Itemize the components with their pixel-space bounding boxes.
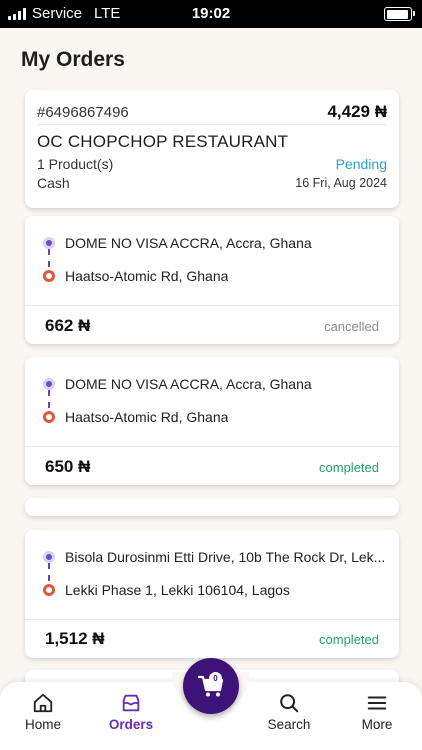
nav-home[interactable]: Home [8, 682, 78, 742]
dropoff-address: Haatso-Atomic Rd, Ghana [65, 268, 229, 284]
battery-icon [384, 7, 415, 21]
product-count: 1 Product(s) [37, 156, 114, 172]
nav-home-label: Home [24, 717, 61, 732]
dropoff-row: Haatso-Atomic Rd, Ghana [43, 268, 387, 284]
restaurant-row: OC CHOPCHOP RESTAURANT [37, 132, 387, 152]
clock: 19:02 [191, 5, 231, 22]
dropoff-icon [43, 584, 55, 596]
trip-card[interactable]: DOME NO VISA ACCRA, Accra, Ghana Haatso-… [25, 216, 399, 344]
nav-orders[interactable]: Orders [96, 682, 166, 742]
payment-row: Cash 16 Fri, Aug 2024 [37, 175, 387, 191]
menu-icon [367, 696, 387, 710]
order-date: 16 Fri, Aug 2024 [295, 176, 387, 190]
trip-price: 650 ₦ [45, 457, 91, 476]
nav-search-label: Search [267, 717, 311, 732]
page-title: My Orders [21, 48, 125, 71]
pickup-icon [43, 551, 55, 563]
nav-search[interactable]: Search [254, 682, 324, 742]
nav-orders-label: Orders [108, 717, 154, 732]
order-status: Pending [335, 156, 387, 172]
pickup-row: Bisola Durosinmi Etti Drive, 10b The Roc… [43, 549, 387, 565]
pickup-row: DOME NO VISA ACCRA, Accra, Ghana [43, 235, 387, 251]
search-icon [280, 694, 299, 713]
trip-price: 662 ₦ [45, 316, 91, 335]
route-line [48, 249, 50, 267]
order-id: #6496867496 [37, 103, 129, 121]
divider [25, 446, 399, 447]
trip-status: completed [319, 632, 379, 647]
route-line [48, 390, 50, 408]
cart-button[interactable]: 0 [183, 658, 239, 714]
dropoff-icon [43, 411, 55, 423]
nav-more[interactable]: More [342, 682, 412, 742]
divider [25, 305, 399, 306]
trip-status: completed [319, 460, 379, 475]
products-row: 1 Product(s) Pending [37, 156, 387, 172]
divider [25, 619, 399, 620]
pickup-row: DOME NO VISA ACCRA, Accra, Ghana [43, 376, 387, 392]
pickup-icon [43, 237, 55, 249]
divider [37, 124, 387, 125]
empty-card[interactable] [25, 498, 399, 516]
order-total: 4,429 ₦ [327, 102, 387, 121]
dropoff-icon [43, 270, 55, 282]
status-bar: Service LTE 19:02 [0, 0, 422, 28]
dropoff-address: Haatso-Atomic Rd, Ghana [65, 409, 229, 425]
trip-price: 1,512 ₦ [45, 629, 105, 648]
trip-card[interactable]: Bisola Durosinmi Etti Drive, 10b The Roc… [25, 530, 399, 658]
payment-method: Cash [37, 175, 70, 191]
route-line [48, 563, 50, 581]
dropoff-row: Lekki Phase 1, Lekki 106104, Lagos [43, 582, 387, 598]
dropoff-row: Haatso-Atomic Rd, Ghana [43, 409, 387, 425]
order-summary-card[interactable]: #6496867496 4,429 ₦ OC CHOPCHOP RESTAURA… [25, 90, 399, 208]
order-header-row: #6496867496 4,429 ₦ [37, 102, 387, 122]
restaurant-name: OC CHOPCHOP RESTAURANT [37, 132, 289, 151]
nav-more-label: More [361, 717, 393, 732]
trip-status: cancelled [324, 319, 379, 334]
pickup-address: DOME NO VISA ACCRA, Accra, Ghana [65, 376, 312, 392]
pickup-icon [43, 378, 55, 390]
trip-card[interactable]: DOME NO VISA ACCRA, Accra, Ghana Haatso-… [25, 357, 399, 485]
orders-icon [122, 694, 140, 712]
dropoff-address: Lekki Phase 1, Lekki 106104, Lagos [65, 582, 290, 598]
home-icon [33, 693, 53, 713]
pickup-address: Bisola Durosinmi Etti Drive, 10b The Roc… [65, 549, 386, 565]
pickup-address: DOME NO VISA ACCRA, Accra, Ghana [65, 235, 312, 251]
cart-count-badge: 0 [209, 672, 222, 685]
